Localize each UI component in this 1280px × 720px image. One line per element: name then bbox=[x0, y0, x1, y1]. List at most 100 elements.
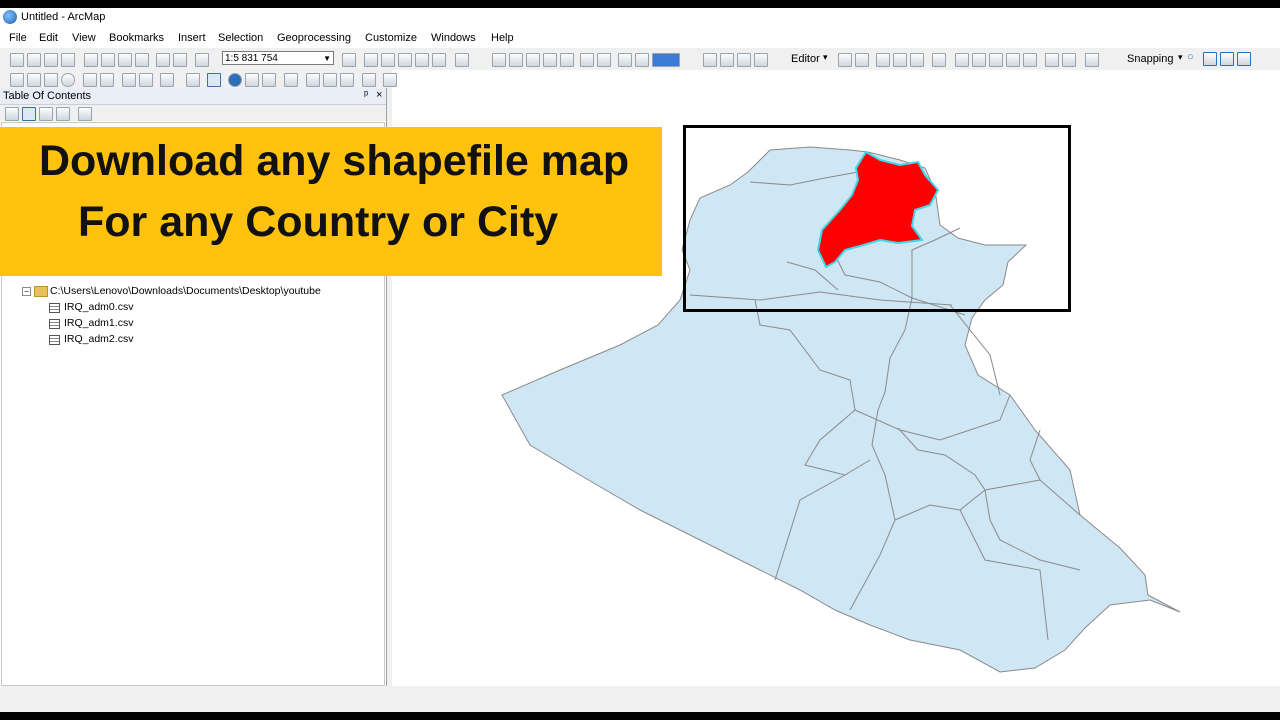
end-snapping-icon[interactable] bbox=[1203, 52, 1217, 66]
trace-icon[interactable] bbox=[910, 53, 924, 67]
zoom-percent-box-icon[interactable] bbox=[652, 53, 680, 67]
select-elements-arrow-icon[interactable] bbox=[207, 73, 221, 87]
list-by-drawing-order-icon[interactable] bbox=[5, 107, 19, 121]
snapping-dropdown-icon[interactable]: ▾ bbox=[1178, 52, 1183, 63]
create-viewer-window-icon[interactable] bbox=[383, 73, 397, 87]
tree-file-item[interactable]: IRQ_adm1.csv bbox=[64, 317, 133, 329]
copy-icon[interactable] bbox=[101, 53, 115, 67]
table-icon bbox=[49, 303, 60, 313]
edit-annotation-icon[interactable] bbox=[855, 53, 869, 67]
redo-icon[interactable] bbox=[173, 53, 187, 67]
create-features-icon[interactable] bbox=[1062, 53, 1076, 67]
tree-file-item[interactable]: IRQ_adm0.csv bbox=[64, 301, 133, 313]
layout-tool-icon[interactable] bbox=[754, 53, 768, 67]
endpoint-arc-icon[interactable] bbox=[893, 53, 907, 67]
add-data-icon[interactable] bbox=[195, 53, 209, 67]
edit-tool-icon[interactable] bbox=[838, 53, 852, 67]
forward-arrow-icon[interactable] bbox=[139, 73, 153, 87]
model-builder-icon[interactable] bbox=[455, 53, 469, 67]
vertex-snapping-icon[interactable] bbox=[1220, 52, 1234, 66]
edit-vertices-icon[interactable] bbox=[932, 53, 946, 67]
menu-bookmarks[interactable]: Bookmarks bbox=[109, 32, 164, 44]
editor-options-icon[interactable] bbox=[1085, 53, 1099, 67]
print-icon[interactable] bbox=[61, 53, 75, 67]
menu-geoprocessing[interactable]: Geoprocessing bbox=[277, 32, 351, 44]
layout-tool-icon[interactable] bbox=[492, 53, 506, 67]
menu-file[interactable]: File bbox=[9, 32, 27, 44]
menu-edit[interactable]: Edit bbox=[39, 32, 58, 44]
find-route-icon[interactable] bbox=[323, 73, 337, 87]
go-to-xy-icon[interactable] bbox=[340, 73, 354, 87]
cut-polygons-icon[interactable] bbox=[972, 53, 986, 67]
fixed-zoom-out-icon[interactable] bbox=[100, 73, 114, 87]
fixed-zoom-in-icon[interactable] bbox=[83, 73, 97, 87]
layout-tool-icon[interactable] bbox=[597, 53, 611, 67]
cut-icon[interactable] bbox=[84, 53, 98, 67]
table-of-contents-icon[interactable] bbox=[364, 53, 378, 67]
sketch-properties-icon[interactable] bbox=[1045, 53, 1059, 67]
menu-windows[interactable]: Windows bbox=[431, 32, 476, 44]
layout-tool-icon[interactable] bbox=[703, 53, 717, 67]
close-icon[interactable]: × bbox=[376, 89, 382, 101]
editor-menu-label[interactable]: Editor bbox=[791, 53, 820, 65]
list-by-source-icon[interactable] bbox=[22, 107, 36, 121]
search-window-icon[interactable] bbox=[398, 53, 412, 67]
pan-hand-icon[interactable] bbox=[44, 73, 58, 87]
tree-file-item[interactable]: IRQ_adm2.csv bbox=[64, 333, 133, 345]
paste-icon[interactable] bbox=[118, 53, 132, 67]
arctoolbox-icon[interactable] bbox=[415, 53, 429, 67]
rotate-icon[interactable] bbox=[1006, 53, 1020, 67]
python-window-icon[interactable] bbox=[432, 53, 446, 67]
menu-selection[interactable]: Selection bbox=[218, 32, 263, 44]
menu-customize[interactable]: Customize bbox=[365, 32, 417, 44]
map-scale-combo[interactable]: 1:5 831 754 ▼ bbox=[222, 51, 334, 65]
hyperlink-icon[interactable] bbox=[245, 73, 259, 87]
snapping-menu-label[interactable]: Snapping bbox=[1127, 53, 1174, 65]
layout-tool-icon[interactable] bbox=[618, 53, 632, 67]
zoom-in-icon[interactable] bbox=[10, 73, 24, 87]
back-arrow-icon[interactable] bbox=[122, 73, 136, 87]
tree-folder-path[interactable]: C:\Users\Lenovo\Downloads\Documents\Desk… bbox=[50, 285, 321, 297]
menu-help[interactable]: Help bbox=[491, 32, 514, 44]
select-features-icon[interactable] bbox=[160, 73, 174, 87]
editor-dropdown-icon[interactable]: ▾ bbox=[823, 52, 828, 63]
toc-options-icon[interactable] bbox=[78, 107, 92, 121]
pin-icon[interactable]: ᵖ bbox=[364, 89, 368, 101]
layout-tool-icon[interactable] bbox=[580, 53, 594, 67]
measure-icon[interactable] bbox=[284, 73, 298, 87]
catalog-icon[interactable] bbox=[381, 53, 395, 67]
full-extent-globe-icon[interactable] bbox=[61, 73, 75, 87]
list-by-selection-icon[interactable] bbox=[56, 107, 70, 121]
list-by-visibility-icon[interactable] bbox=[39, 107, 53, 121]
find-binoculars-icon[interactable] bbox=[306, 73, 320, 87]
layout-tool-icon[interactable] bbox=[720, 53, 734, 67]
open-folder-icon[interactable] bbox=[27, 53, 41, 67]
reshape-icon[interactable] bbox=[955, 53, 969, 67]
split-tool-icon[interactable] bbox=[989, 53, 1003, 67]
layout-tool-icon[interactable] bbox=[737, 53, 751, 67]
chevron-down-icon[interactable]: ▼ bbox=[323, 52, 331, 66]
clear-selection-icon[interactable] bbox=[186, 73, 200, 87]
attributes-icon[interactable] bbox=[1023, 53, 1037, 67]
menu-insert[interactable]: Insert bbox=[178, 32, 206, 44]
promo-banner: Download any shapefile map For any Count… bbox=[0, 127, 662, 276]
point-snapping-icon[interactable]: ○ bbox=[1187, 51, 1194, 63]
layout-tool-icon[interactable] bbox=[526, 53, 540, 67]
html-popup-icon[interactable] bbox=[262, 73, 276, 87]
new-document-icon[interactable] bbox=[10, 53, 24, 67]
edge-snapping-icon[interactable] bbox=[1237, 52, 1251, 66]
layout-tool-icon[interactable] bbox=[560, 53, 574, 67]
identify-icon[interactable] bbox=[228, 73, 242, 87]
layout-tool-icon[interactable] bbox=[635, 53, 649, 67]
save-icon[interactable] bbox=[44, 53, 58, 67]
undo-icon[interactable] bbox=[156, 53, 170, 67]
collapse-icon[interactable]: − bbox=[22, 287, 31, 296]
time-slider-icon[interactable] bbox=[362, 73, 376, 87]
zoom-out-icon[interactable] bbox=[27, 73, 41, 87]
editor-toolbar-icon[interactable] bbox=[342, 53, 356, 67]
menu-view[interactable]: View bbox=[72, 32, 96, 44]
straight-segment-icon[interactable] bbox=[876, 53, 890, 67]
layout-tool-icon[interactable] bbox=[509, 53, 523, 67]
layout-tool-icon[interactable] bbox=[543, 53, 557, 67]
delete-icon[interactable] bbox=[135, 53, 149, 67]
